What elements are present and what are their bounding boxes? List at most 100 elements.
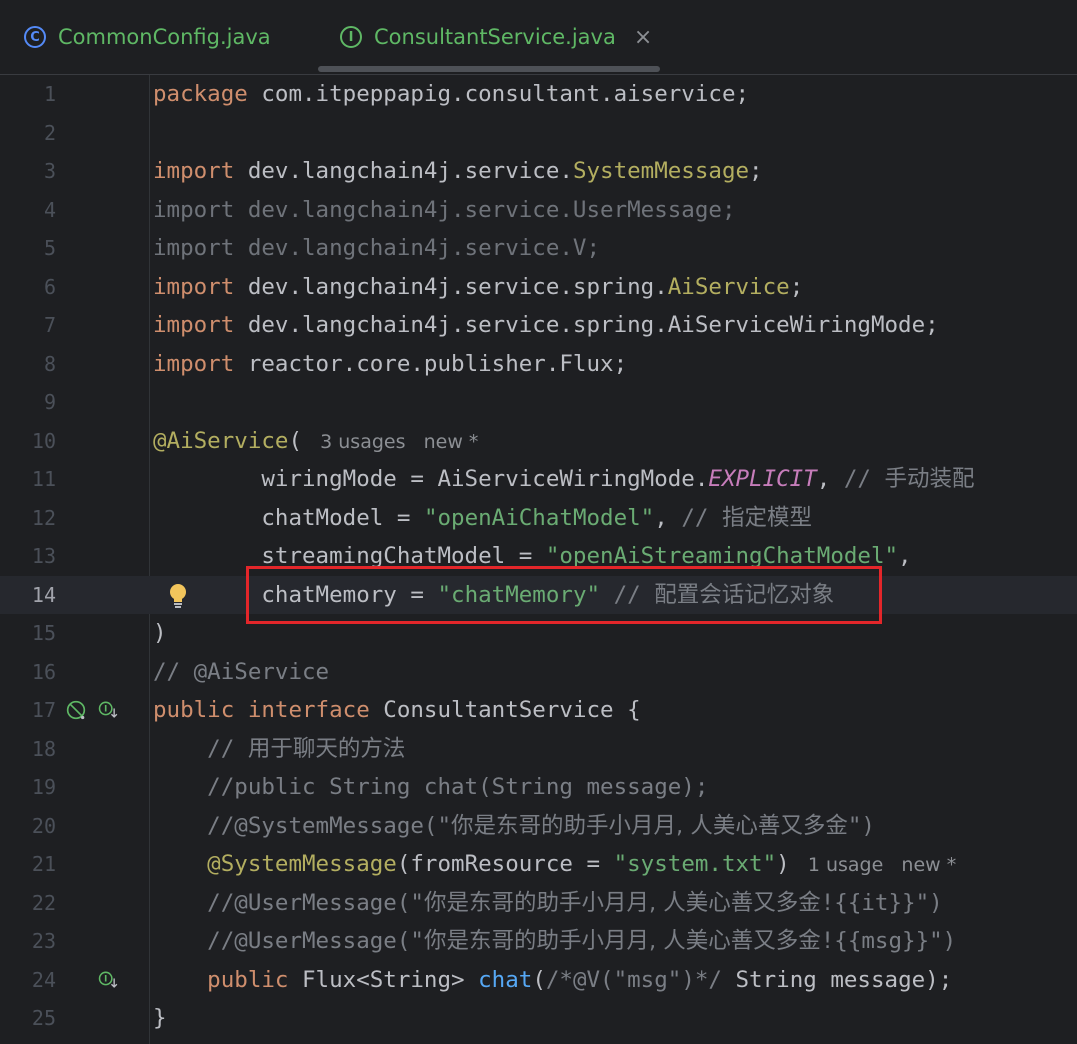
code-text[interactable]: import dev.langchain4j.service.spring.Ai… (153, 306, 939, 345)
line-number[interactable]: 6 (0, 268, 56, 307)
code-text[interactable]: public Flux<String> chat(/*@V("msg")*/ S… (153, 961, 952, 1000)
code-token: "openAiChatModel" (423, 504, 655, 531)
code-token: ") (847, 812, 875, 839)
lightbulb-icon[interactable] (167, 583, 189, 609)
line-number[interactable]: 18 (0, 730, 56, 769)
code-text[interactable]: import dev.langchain4j.service.SystemMes… (153, 152, 763, 191)
code-line[interactable]: 20 //@SystemMessage("你是东哥的助手小月月, 人美心善又多金… (0, 807, 1077, 846)
close-icon[interactable]: × (634, 25, 652, 50)
code-line[interactable]: 21 @SystemMessage(fromResource = "system… (0, 845, 1077, 884)
code-text[interactable]: import reactor.core.publisher.Flux; (153, 345, 627, 384)
line-number[interactable]: 16 (0, 653, 56, 692)
line-number[interactable]: 5 (0, 229, 56, 268)
line-number[interactable]: 20 (0, 807, 56, 846)
code-token: !{{it}}") (820, 889, 943, 916)
code-line[interactable]: 10 @AiService( 3 usages new * (0, 422, 1077, 461)
code-line[interactable]: 1 package com.itpeppapig.consultant.aiser… (0, 75, 1077, 114)
line-number[interactable]: 1 (0, 75, 56, 114)
code-token: ConsultantService { (369, 697, 641, 723)
usage-hint[interactable]: 1 usage new * (790, 854, 956, 876)
line-number[interactable]: 17 (0, 691, 56, 730)
code-line[interactable]: 23 //@UserMessage("你是东哥的助手小月月, 人美心善又多金!{… (0, 922, 1077, 961)
usage-hint[interactable]: 3 usages new * (302, 431, 478, 453)
code-line[interactable]: 24 public Flux<String> chat(/*@V("msg")*… (0, 961, 1077, 1000)
code-token: //public String chat(String message); (153, 774, 709, 800)
code-line[interactable]: 3 import dev.langchain4j.service.SystemMe… (0, 152, 1077, 191)
code-editor[interactable]: 1 package com.itpeppapig.consultant.aiser… (0, 75, 1077, 1044)
code-line[interactable]: 25} (0, 999, 1077, 1038)
code-text[interactable]: //public String chat(String message); (153, 768, 708, 807)
code-line[interactable]: 8 import reactor.core.publisher.Flux; (0, 345, 1077, 384)
line-number[interactable]: 7 (0, 306, 56, 345)
line-number[interactable]: 24 (0, 961, 56, 1000)
code-token: chat (478, 966, 533, 993)
code-line[interactable]: 22 //@UserMessage("你是东哥的助手小月月, 人美心善又多金!{… (0, 884, 1077, 923)
code-token: //@UserMessage(" (153, 928, 424, 954)
code-line[interactable]: 12 chatModel = "openAiChatModel", // 指定模… (0, 499, 1077, 538)
code-token: } (153, 1005, 167, 1031)
line-number[interactable]: 13 (0, 537, 56, 576)
code-line[interactable]: 2 (0, 114, 1077, 153)
code-text[interactable]: import dev.langchain4j.service.spring.Ai… (153, 268, 803, 307)
code-text[interactable]: } (153, 999, 167, 1038)
line-number[interactable]: 23 (0, 922, 56, 961)
code-line[interactable]: 19 //public String chat(String message); (0, 768, 1077, 807)
code-text[interactable]: import dev.langchain4j.service.UserMessa… (153, 191, 735, 230)
code-text[interactable]: //@UserMessage("你是东哥的助手小月月, 人美心善又多金!{{ms… (153, 922, 956, 961)
code-text[interactable]: // @AiService (153, 653, 329, 692)
code-text[interactable]: wiringMode = AiServiceWiringMode.EXPLICI… (153, 460, 974, 499)
code-text[interactable]: chatModel = "openAiChatModel", // 指定模型 (153, 499, 812, 538)
line-number[interactable]: 11 (0, 460, 56, 499)
code-token: import (153, 312, 248, 338)
code-text[interactable]: ) (153, 614, 167, 653)
code-line[interactable]: 5 import dev.langchain4j.service.V; (0, 229, 1077, 268)
code-token: package (153, 81, 262, 107)
code-token: // (843, 466, 885, 492)
code-text[interactable]: // 用于聊天的方法 (153, 730, 405, 769)
code-text[interactable]: public interface ConsultantService { (153, 691, 641, 730)
line-number[interactable]: 21 (0, 845, 56, 884)
tab-common-config[interactable]: C CommonConfig.java (24, 0, 271, 74)
line-number[interactable]: 8 (0, 345, 56, 384)
line-number[interactable]: 25 (0, 999, 56, 1038)
code-line[interactable]: 4 import dev.langchain4j.service.UserMess… (0, 191, 1077, 230)
code-line[interactable]: 9 (0, 383, 1077, 422)
code-line[interactable]: 16 // @AiService (0, 653, 1077, 692)
code-token: ; (789, 273, 804, 300)
code-text[interactable]: import dev.langchain4j.service.V; (153, 229, 600, 268)
line-number[interactable]: 9 (0, 383, 56, 422)
tab-label: ConsultantService.java (374, 25, 616, 49)
line-number[interactable]: 3 (0, 152, 56, 191)
code-token: EXPLICIT (708, 466, 817, 492)
line-number[interactable]: 4 (0, 191, 56, 230)
highlight-box (246, 566, 882, 624)
code-line[interactable]: 17 public interface ConsultantService { I (0, 691, 1077, 730)
code-token: // @AiService (153, 658, 330, 685)
code-line[interactable]: 18 // 用于聊天的方法 (0, 730, 1077, 769)
line-number[interactable]: 15 (0, 614, 56, 653)
code-token: @AiService (153, 427, 289, 454)
tab-label: CommonConfig.java (58, 25, 271, 49)
code-line[interactable]: 7 import dev.langchain4j.service.spring.A… (0, 306, 1077, 345)
code-token: ( (532, 966, 546, 993)
code-text[interactable]: package com.itpeppapig.consultant.aiserv… (153, 75, 749, 114)
code-text[interactable]: @AiService( 3 usages new * (153, 422, 478, 462)
code-line[interactable]: 6 import dev.langchain4j.service.spring.A… (0, 268, 1077, 307)
tab-consultant-service[interactable]: I ConsultantService.java × (340, 0, 652, 74)
line-number[interactable]: 19 (0, 768, 56, 807)
line-number[interactable]: 14 (0, 576, 56, 615)
code-text[interactable]: @SystemMessage(fromResource = "system.tx… (153, 845, 956, 885)
code-token: , (816, 466, 844, 492)
java-interface-icon: I (340, 26, 362, 48)
implemented-interface-icon[interactable]: I (98, 700, 118, 720)
no-implementations-icon[interactable] (66, 700, 86, 720)
line-number[interactable]: 22 (0, 884, 56, 923)
line-number[interactable]: 10 (0, 422, 56, 461)
implemented-method-icon[interactable]: I (98, 970, 118, 990)
line-number[interactable]: 2 (0, 114, 56, 153)
code-line[interactable]: 11 wiringMode = AiServiceWiringMode.EXPL… (0, 460, 1077, 499)
line-number[interactable]: 12 (0, 499, 56, 538)
code-text[interactable]: //@UserMessage("你是东哥的助手小月月, 人美心善又多金!{{it… (153, 884, 943, 923)
code-text[interactable]: //@SystemMessage("你是东哥的助手小月月, 人美心善又多金") (153, 807, 875, 846)
code-token: ( (288, 427, 303, 454)
